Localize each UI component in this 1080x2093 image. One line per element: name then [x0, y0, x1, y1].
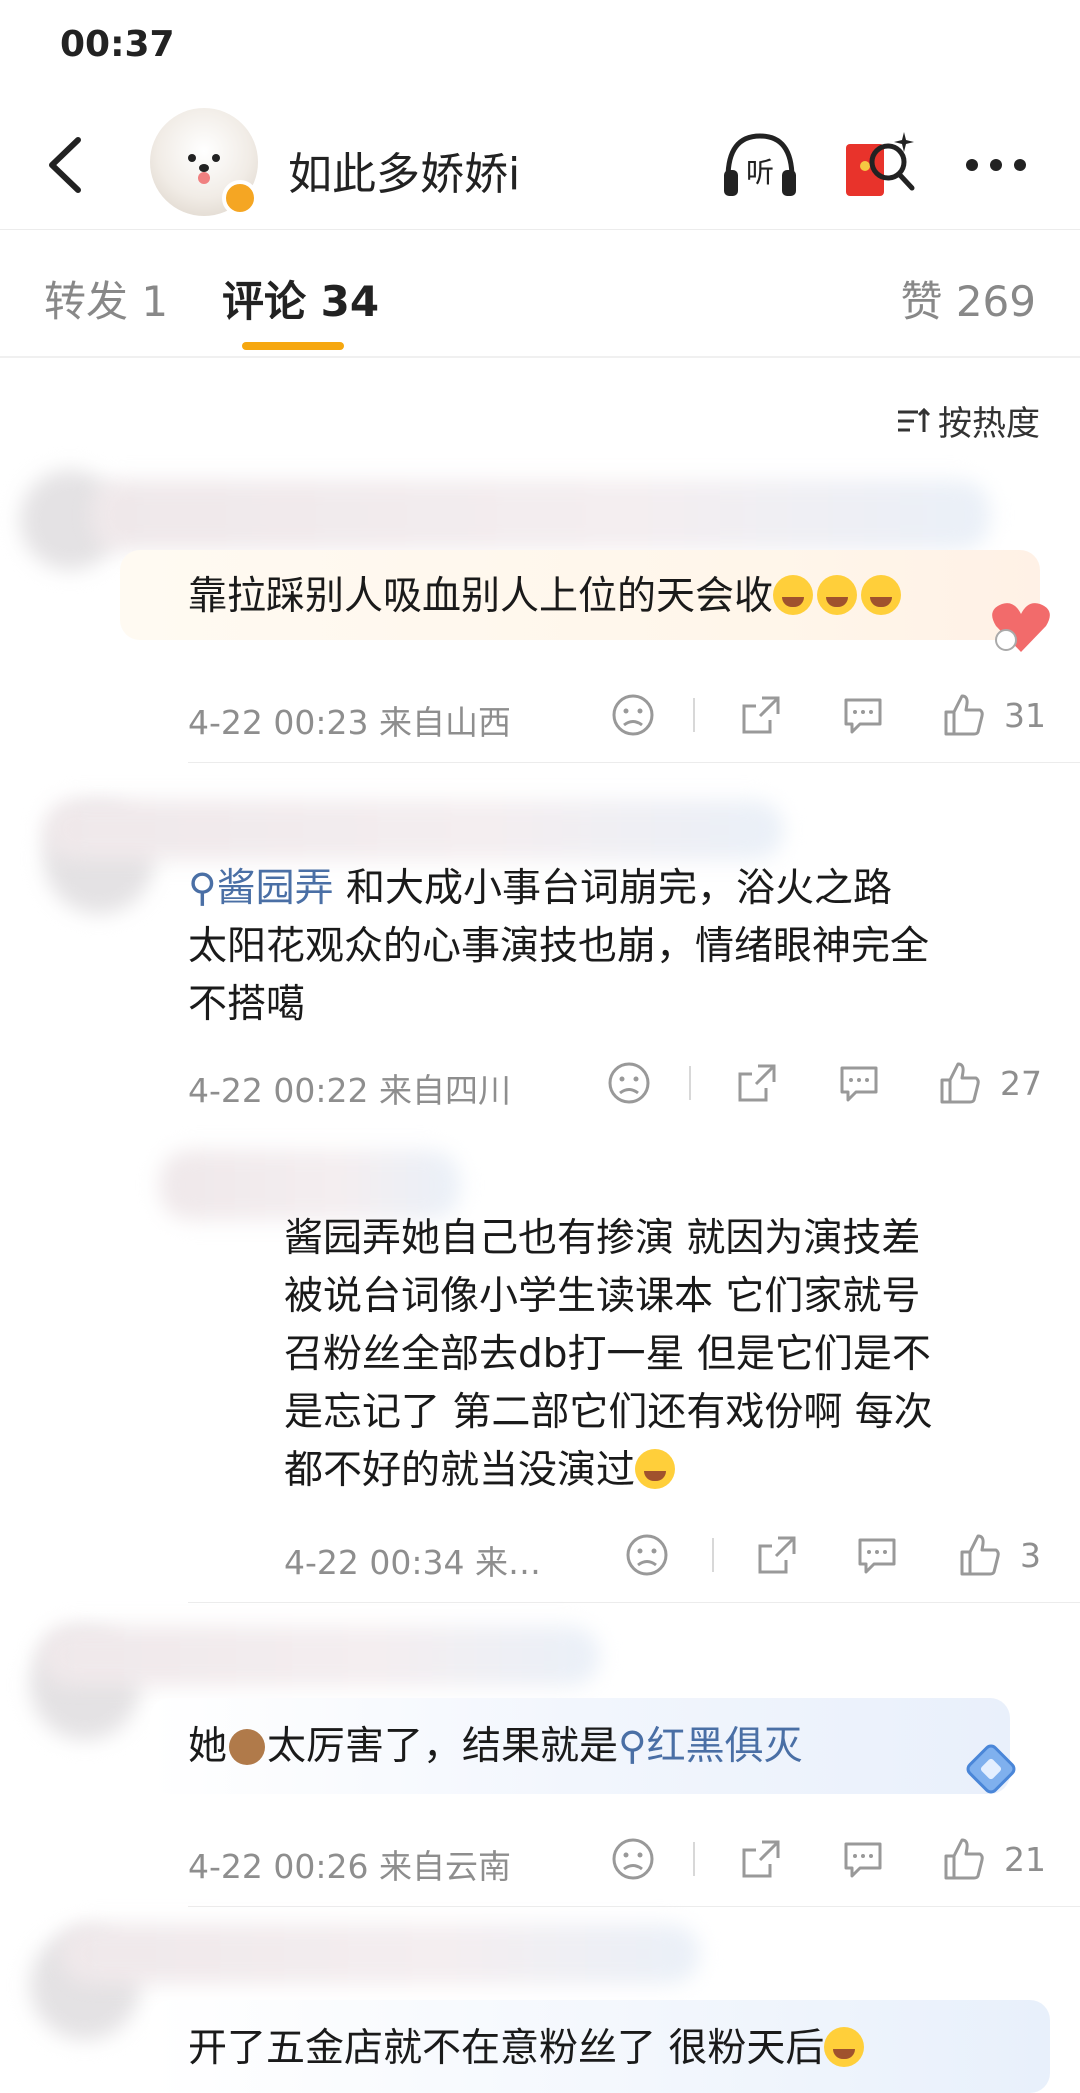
listen-headphone-icon[interactable]: 听: [718, 126, 802, 206]
dog-face-icon: [188, 154, 220, 184]
reply-icon[interactable]: [854, 1532, 900, 1578]
comment-time: 4-22 00:23 来自山西: [188, 703, 511, 742]
sort-icon: [898, 407, 930, 432]
like-count: 31: [1004, 696, 1046, 735]
monkey-emoji-icon: [229, 1729, 266, 1765]
divider: [188, 1602, 1080, 1603]
reply-item: 酱园弄她自己也有掺演 就因为演技差 被说台词像小学生读课本 它们家就号 召粉丝全…: [0, 1130, 1080, 1603]
share-icon[interactable]: [738, 1836, 784, 1882]
like-count: 21: [1004, 1840, 1046, 1879]
comment-text: ⚲酱园弄 和大成小事台词崩完，浴火之路 太阳花观众的心事演技也崩，情绪眼神完全 …: [188, 866, 930, 1027]
svg-text:听: 听: [746, 156, 774, 189]
divider: [188, 1906, 1080, 1907]
separator: [693, 698, 695, 732]
reply-icon[interactable]: [840, 692, 886, 738]
like-count: 27: [1000, 1064, 1042, 1103]
verified-badge-icon: [222, 180, 258, 216]
reply-icon[interactable]: [836, 1060, 882, 1106]
diamond-sticker-icon: [966, 1744, 1016, 1794]
comment-item: 开了五金店就不在意粉丝了 很粉天后: [0, 1910, 1080, 2093]
like-count: 3: [1020, 1536, 1041, 1575]
comment-text: 开了五金店就不在意粉丝了 很粉天后: [188, 2020, 1048, 2078]
share-icon[interactable]: [754, 1532, 800, 1578]
tab-repost[interactable]: 转发 1: [44, 268, 168, 329]
laugh-cry-emoji-icon: [817, 575, 858, 615]
comment-item: 她太厉害了，结果就是⚲红黑俱灭 4-22 00:26 来自云南 21: [0, 1610, 1080, 1910]
avatar[interactable]: [150, 108, 258, 216]
reply-time: 4-22 00:34 来…: [284, 1543, 541, 1582]
tab-comment[interactable]: 评论 34: [222, 268, 379, 329]
comment-meta: 4-22 00:23 来自山西 31: [188, 692, 1080, 742]
share-icon[interactable]: [738, 692, 784, 738]
comment-time: 4-22 00:26 来自云南: [188, 1847, 511, 1886]
like-thumb-icon[interactable]: [956, 1532, 1002, 1578]
separator: [689, 1066, 691, 1100]
comment-username[interactable]: [40, 1626, 600, 1686]
like-thumb-icon[interactable]: [940, 1836, 986, 1882]
mention-link[interactable]: ⚲酱园弄: [188, 866, 334, 911]
like-thumb-icon[interactable]: [936, 1060, 982, 1106]
sort-button[interactable]: 按热度: [896, 396, 1040, 445]
page-title: 如此多娇娇i: [288, 149, 521, 200]
separator: [693, 1842, 695, 1876]
comment-text: 她太厉害了，结果就是⚲红黑俱灭: [188, 1724, 803, 1769]
status-time: 00:37: [60, 24, 175, 65]
back-arrow-icon[interactable]: [36, 130, 96, 200]
comment-text: 靠拉踩别人吸血别人上位的天会收: [188, 568, 905, 626]
red-packet-search-icon[interactable]: [842, 126, 918, 206]
comment-username[interactable]: [44, 800, 784, 860]
comment-username[interactable]: [90, 480, 990, 550]
separator: [712, 1538, 714, 1572]
comment-item: 靠拉踩别人吸血别人上位的天会收 4-22 00:23 来自山西 31: [0, 440, 1080, 763]
comment-meta: 4-22 00:22 来自四川 27: [188, 1060, 1080, 1110]
reply-text: 酱园弄她自己也有掺演 就因为演技差 被说台词像小学生读课本 它们家就号 召粉丝全…: [284, 1216, 933, 1493]
laugh-cry-emoji-icon: [773, 575, 814, 615]
comment-username[interactable]: [60, 1924, 700, 1984]
reply-icon[interactable]: [840, 1836, 886, 1882]
dislike-icon[interactable]: [610, 1836, 656, 1882]
tab-bar: 转发 1 评论 34 赞 269: [0, 230, 1080, 358]
divider: [188, 762, 1080, 763]
dislike-icon[interactable]: [624, 1532, 670, 1578]
dislike-icon[interactable]: [606, 1060, 652, 1106]
status-bar: 00:37: [0, 0, 1080, 100]
laugh-cry-emoji-icon: [635, 1449, 676, 1489]
sort-label: 按热度: [938, 404, 1040, 444]
like-thumb-icon[interactable]: [940, 692, 986, 738]
more-options-icon[interactable]: [960, 140, 1032, 190]
dislike-icon[interactable]: [610, 692, 656, 738]
comment-item: ⚲酱园弄 和大成小事台词崩完，浴火之路 太阳花观众的心事演技也崩，情绪眼神完全 …: [0, 770, 1080, 1130]
reply-meta: 4-22 00:34 来… 3: [284, 1532, 1080, 1582]
heart-sticker-icon: [992, 603, 1050, 652]
mention-link[interactable]: ⚲红黑俱灭: [618, 1724, 803, 1769]
tab-like[interactable]: 赞 269: [900, 268, 1036, 329]
share-icon[interactable]: [734, 1060, 780, 1106]
comment-meta: 4-22 00:26 来自云南 21: [188, 1836, 1080, 1886]
laugh-cry-emoji-icon: [861, 575, 902, 615]
active-tab-indicator: [242, 342, 344, 350]
header: 如此多娇娇i 听: [0, 100, 1080, 230]
crying-emoji-icon: [824, 2027, 865, 2067]
comment-time: 4-22 00:22 来自四川: [188, 1071, 511, 1110]
